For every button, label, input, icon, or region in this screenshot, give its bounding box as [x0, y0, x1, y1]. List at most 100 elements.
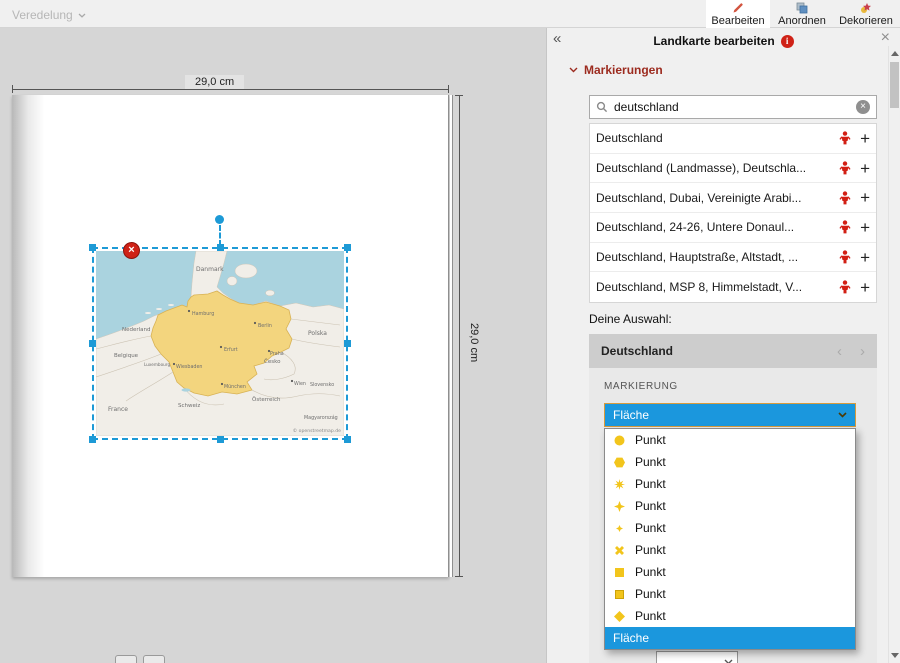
resize-handle-se[interactable] [344, 436, 351, 443]
svg-text:© openstreetmap.de: © openstreetmap.de [293, 427, 342, 434]
resize-handle-n[interactable] [217, 244, 224, 251]
marker-type-option-punkt[interactable]: Punkt [605, 561, 855, 583]
marker-type-option-punkt[interactable]: Punkt [605, 473, 855, 495]
marker-type-option-punkt[interactable]: Punkt [605, 605, 855, 627]
marker-type-option-punkt[interactable]: Punkt [605, 583, 855, 605]
selection-label: Deine Auswahl: [589, 312, 672, 326]
add-marker-button[interactable]: + [860, 189, 870, 206]
resize-handle-sw[interactable] [89, 436, 96, 443]
resize-handle-ne[interactable] [344, 244, 351, 251]
marker-type-option-punkt[interactable]: Punkt [605, 495, 855, 517]
application-window: Veredelung Bearbeiten Anordnen Dekoriere… [0, 0, 900, 663]
veredelung-menu[interactable]: Veredelung [12, 8, 86, 22]
search-result-item[interactable]: Deutschland, MSP 8, Himmelstadt, V...+ [590, 272, 876, 302]
resize-handle-s[interactable] [217, 436, 224, 443]
search-icon [596, 101, 608, 113]
star-small-icon [613, 522, 626, 535]
marker-type-options: Punkt Punkt Punkt Punkt Punkt Punkt Punkt Punkt… [604, 428, 856, 650]
close-icon[interactable]: × [881, 29, 890, 47]
clear-search-icon[interactable]: × [856, 100, 870, 114]
chevron-down-icon [838, 412, 847, 418]
marker-figure-icon [839, 250, 851, 264]
svg-text:Danmark: Danmark [196, 266, 224, 273]
marker-type-option-punkt[interactable]: Punkt [605, 429, 855, 451]
marker-type-option-flche[interactable]: Fläche [605, 627, 855, 649]
result-text: Deutschland (Landmasse), Deutschla... [596, 161, 839, 175]
page-nav-thumbnail[interactable] [143, 655, 165, 663]
marker-type-value: Fläche [613, 408, 649, 422]
chevron-down-icon [724, 659, 733, 663]
option-label: Punkt [635, 433, 666, 447]
cross-icon [613, 544, 626, 557]
page-spine-shading [12, 95, 48, 577]
svg-text:Schweiz: Schweiz [178, 403, 200, 409]
marker-type-option-punkt[interactable]: Punkt [605, 517, 855, 539]
search-box: × [589, 95, 877, 119]
marker-type-option-punkt[interactable]: Punkt [605, 539, 855, 561]
add-marker-button[interactable]: + [860, 130, 870, 147]
prev-icon[interactable]: ‹ [837, 343, 842, 360]
svg-text:Slovensko: Slovensko [310, 382, 334, 388]
svg-text:Česko: Česko [264, 358, 281, 365]
add-marker-button[interactable]: + [860, 279, 870, 296]
tab-anordnen[interactable]: Anordnen [770, 0, 834, 28]
result-text: Deutschland, Hauptstraße, Altstadt, ... [596, 250, 839, 264]
main-tabs: Bearbeiten Anordnen Dekorieren [706, 0, 898, 28]
burst-icon [613, 478, 626, 491]
option-label: Punkt [635, 499, 666, 513]
dim-tick [455, 95, 463, 96]
resize-handle-e[interactable] [344, 340, 351, 347]
search-result-item[interactable]: Deutschland (Landmasse), Deutschla... + [590, 154, 876, 184]
collapse-panel-icon[interactable]: « [553, 30, 561, 47]
option-label: Punkt [635, 587, 666, 601]
svg-text:Polska: Polska [308, 330, 327, 337]
delete-button[interactable]: × [123, 242, 140, 259]
scroll-up-icon[interactable] [891, 51, 899, 56]
dim-tick [455, 576, 463, 577]
svg-text:France: France [108, 406, 128, 413]
partial-bottom-select[interactable] [656, 651, 738, 663]
square-icon [613, 566, 626, 579]
map-edit-panel: « Landkarte bearbeiten i × Markierungen … [546, 28, 900, 663]
result-text: Deutschland [596, 131, 839, 145]
veredelung-label: Veredelung [12, 8, 73, 22]
tab-dekorieren[interactable]: Dekorieren [834, 0, 898, 28]
toolbar: Veredelung Bearbeiten Anordnen Dekoriere… [0, 0, 900, 28]
marker-type-select[interactable]: Fläche [604, 403, 856, 427]
editor-canvas[interactable]: 29,0 cm 29,0 cm Danm [0, 28, 546, 663]
svg-text:Magyarország: Magyarország [304, 414, 338, 421]
add-marker-button[interactable]: + [860, 219, 870, 236]
option-label: Punkt [635, 609, 666, 623]
resize-handle-w[interactable] [89, 340, 96, 347]
option-label: Fläche [613, 631, 649, 645]
tab-label: Bearbeiten [711, 15, 764, 27]
svg-text:Berlin: Berlin [258, 323, 272, 329]
resize-handle-nw[interactable] [89, 244, 96, 251]
rotate-handle[interactable] [215, 215, 224, 224]
info-icon[interactable]: i [781, 35, 794, 48]
search-result-item[interactable]: Deutschland, 24-26, Untere Donaul...+ [590, 213, 876, 243]
result-text: Deutschland, Dubai, Vereinigte Arabi... [596, 191, 839, 205]
marker-type-option-punkt[interactable]: Punkt [605, 451, 855, 473]
search-result-item[interactable]: Deutschland, Hauptstraße, Altstadt, ... + [590, 243, 876, 273]
search-input[interactable] [614, 100, 850, 114]
map-element[interactable]: DanmarkNederlandBelgiqueLuxembourgFrance… [96, 251, 344, 436]
tab-bearbeiten[interactable]: Bearbeiten [706, 0, 770, 28]
square-outline-icon [613, 588, 626, 601]
search-result-item[interactable]: Deutschland + [590, 124, 876, 154]
add-marker-button[interactable]: + [860, 160, 870, 177]
add-marker-button[interactable]: + [860, 249, 870, 266]
option-label: Punkt [635, 477, 666, 491]
scrollbar-thumb[interactable] [890, 62, 899, 108]
next-icon[interactable]: › [860, 343, 865, 360]
section-markierungen[interactable]: Markierungen [569, 63, 663, 77]
scroll-down-icon[interactable] [891, 653, 899, 658]
option-label: Punkt [635, 543, 666, 557]
panel-title: Landkarte bearbeiten [653, 34, 774, 48]
markierung-label: MARKIERUNG [604, 381, 678, 392]
page-nav-thumbnail[interactable] [115, 655, 137, 663]
panel-scrollbar[interactable] [888, 46, 900, 663]
rotation-stem [219, 225, 221, 246]
search-result-item[interactable]: Deutschland, Dubai, Vereinigte Arabi... + [590, 183, 876, 213]
svg-text:Belgique: Belgique [114, 353, 139, 359]
